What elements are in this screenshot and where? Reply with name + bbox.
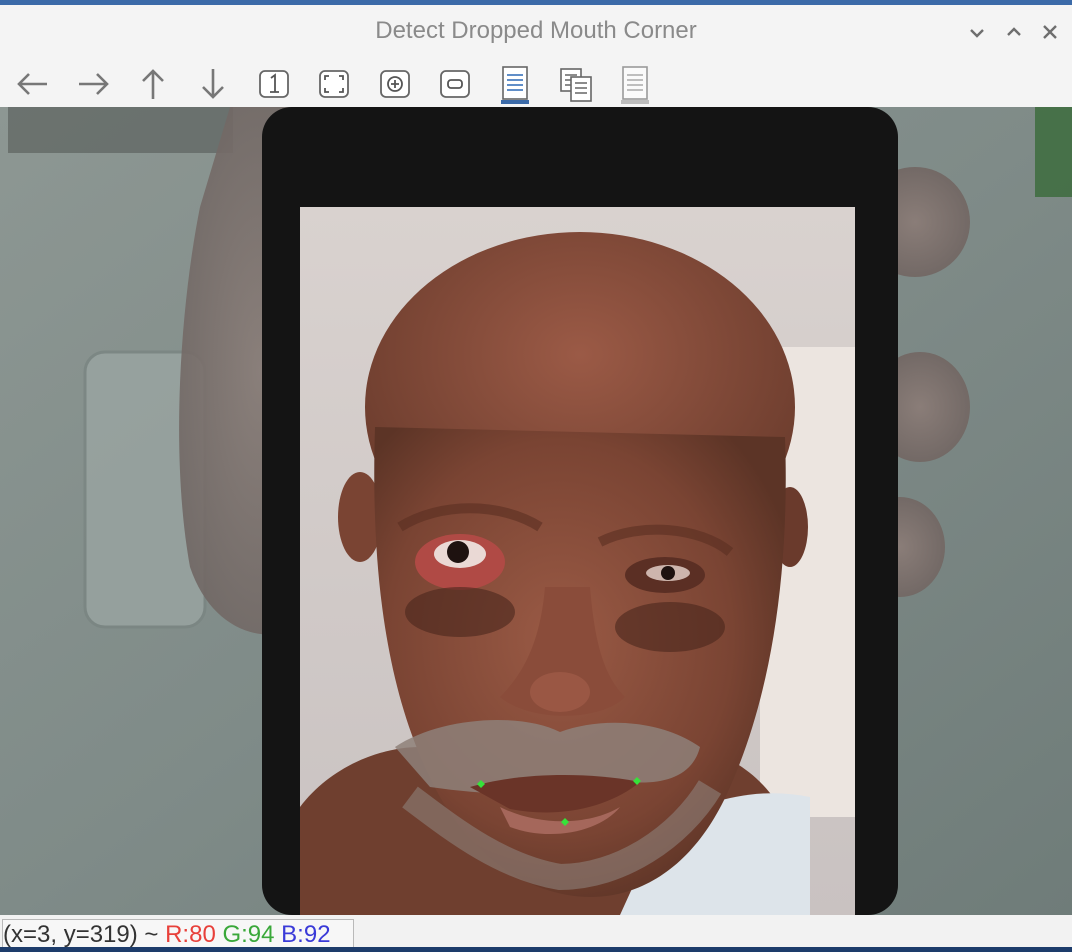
red-value: R:80 <box>165 921 216 948</box>
pan-down-button[interactable] <box>193 63 233 105</box>
pixel-info: (x=3, y=319) ~ R:80 G:94 B:92 <box>2 919 354 948</box>
arrow-left-icon <box>17 73 47 95</box>
window-title: Detect Dropped Mouth Corner <box>375 17 697 44</box>
arrow-right-icon <box>79 73 109 95</box>
zoom-original-button[interactable] <box>254 63 294 105</box>
zoom-in-icon <box>380 70 410 98</box>
copy-image-button[interactable] <box>556 63 596 105</box>
zoom-1to1-icon <box>259 70 289 98</box>
zoom-out-icon <box>440 70 470 98</box>
chevron-down-icon <box>970 29 984 38</box>
camera-photo <box>0 107 1072 915</box>
chevron-up-icon <box>1007 27 1021 36</box>
zoom-out-button[interactable] <box>435 63 475 105</box>
close-button[interactable] <box>1036 17 1064 47</box>
blue-value: B:92 <box>281 921 331 948</box>
save-image-icon <box>501 66 529 104</box>
zoom-fit-button[interactable] <box>314 63 354 105</box>
fit-window-icon <box>319 70 349 98</box>
toolbar <box>0 61 1072 107</box>
save-image-button[interactable] <box>496 63 536 105</box>
pan-left-button[interactable] <box>13 63 53 105</box>
properties-icon <box>621 66 649 104</box>
status-bar: (x=3, y=319) ~ R:80 G:94 B:92 <box>0 915 1072 948</box>
pan-right-button[interactable] <box>73 63 113 105</box>
copy-image-icon <box>560 68 592 102</box>
arrow-down-icon <box>202 69 224 99</box>
cursor-coordinates: (x=3, y=319) ~ <box>3 921 166 948</box>
minimize-button[interactable] <box>963 17 991 47</box>
zoom-in-button[interactable] <box>375 63 415 105</box>
close-icon <box>1043 25 1057 39</box>
properties-button[interactable] <box>616 63 656 105</box>
title-bar: Detect Dropped Mouth Corner <box>0 5 1072 61</box>
image-canvas[interactable] <box>0 107 1072 915</box>
maximize-button[interactable] <box>1000 17 1028 47</box>
image-viewer-window: Detect Dropped Mouth Corner (x=3, y=319)… <box>0 5 1072 948</box>
green-value: G:94 <box>222 921 275 948</box>
taskbar-edge <box>0 947 1072 952</box>
pan-up-button[interactable] <box>133 63 173 105</box>
arrow-up-icon <box>142 69 164 99</box>
